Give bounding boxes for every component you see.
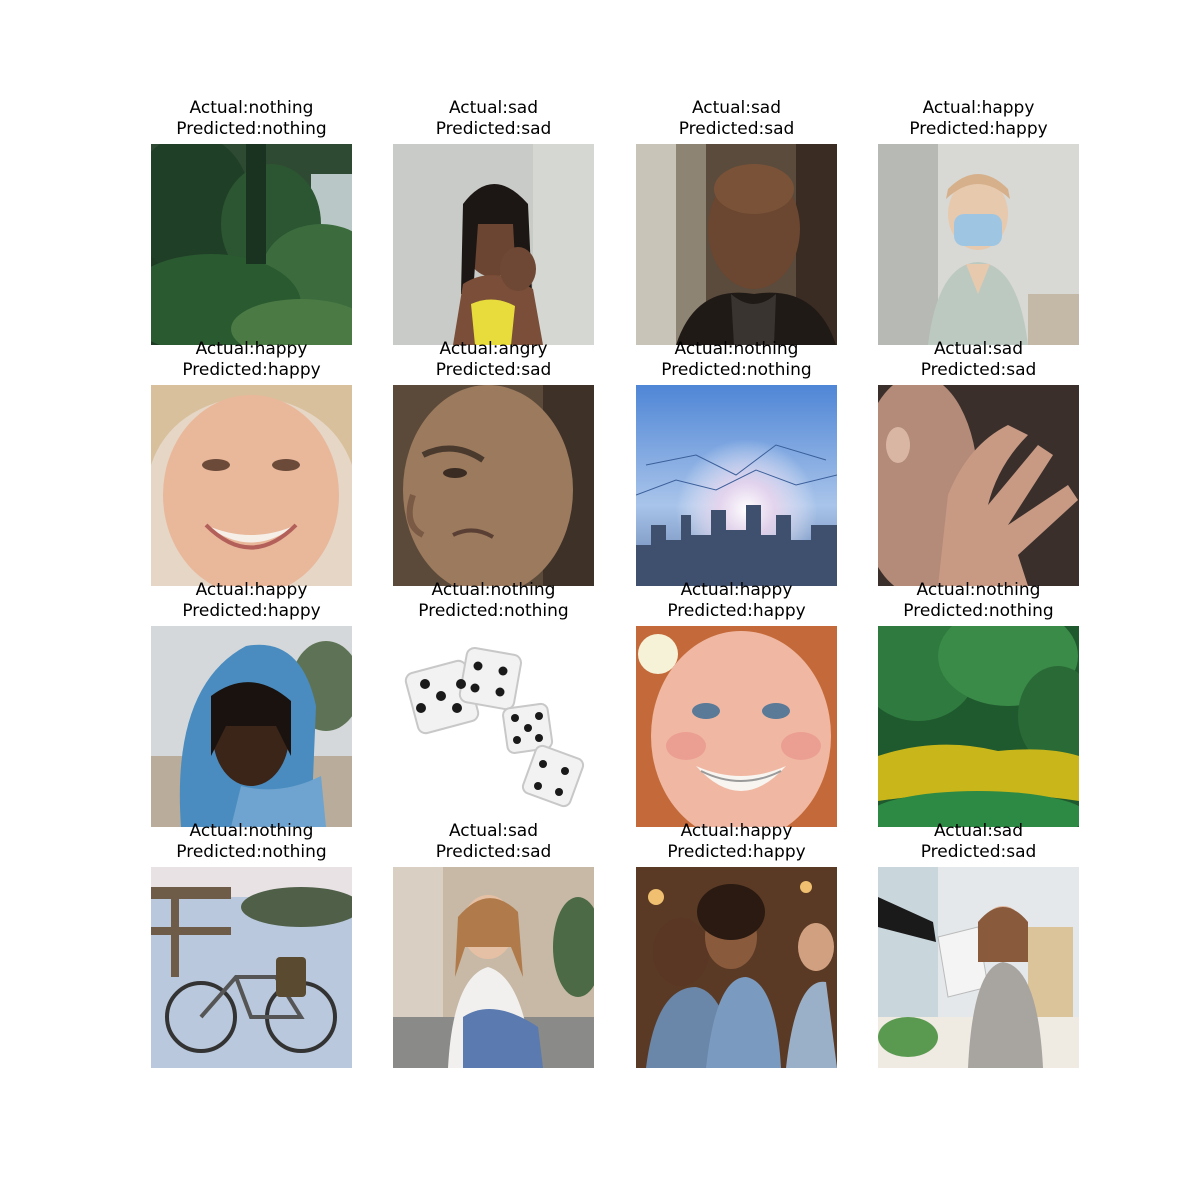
photo-bicycle-snow: [151, 867, 352, 1068]
photo-smiling-woman: [151, 385, 352, 586]
predicted-label: Predicted:sad: [678, 119, 795, 139]
cell-caption: Actual:happy Predicted:happy: [111, 339, 392, 381]
predicted-label: Predicted:sad: [435, 842, 552, 862]
cell-caption: Actual:sad Predicted:sad: [353, 98, 634, 140]
predicted-label: Predicted:happy: [182, 360, 321, 380]
predicted-label: Predicted:happy: [909, 119, 1048, 139]
actual-label: Actual:nothing: [189, 821, 314, 841]
actual-label: Actual:sad: [448, 821, 539, 841]
actual-label: Actual:sad: [933, 339, 1024, 359]
actual-label: Actual:angry: [439, 339, 548, 359]
cell-caption: Actual:nothing Predicted:nothing: [111, 98, 392, 140]
actual-label: Actual:nothing: [431, 580, 556, 600]
actual-label: Actual:nothing: [916, 580, 1041, 600]
photo-girl-braces: [636, 626, 837, 827]
photo-older-man: [636, 144, 837, 345]
actual-label: Actual:happy: [680, 580, 793, 600]
actual-label: Actual:happy: [195, 339, 308, 359]
photo-dice: [393, 626, 594, 827]
cell-caption: Actual:angry Predicted:sad: [353, 339, 634, 381]
cell-caption: Actual:sad Predicted:sad: [353, 821, 634, 863]
cell-caption: Actual:sad Predicted:sad: [596, 98, 877, 140]
photo-frowning-man: [393, 385, 594, 586]
photo-hand-on-neck: [878, 385, 1079, 586]
photo-friends-bar: [636, 867, 837, 1068]
photo-forest-cliff: [151, 144, 352, 345]
cell-caption: Actual:nothing Predicted:nothing: [353, 580, 634, 622]
cell-caption: Actual:nothing Predicted:nothing: [111, 821, 392, 863]
cell-caption: Actual:happy Predicted:happy: [596, 580, 877, 622]
actual-label: Actual:happy: [922, 98, 1035, 118]
cell-caption: Actual:nothing Predicted:nothing: [838, 580, 1119, 622]
cell-caption: Actual:sad Predicted:sad: [838, 339, 1119, 381]
cell-caption: Actual:sad Predicted:sad: [838, 821, 1119, 863]
predicted-label: Predicted:nothing: [176, 119, 327, 139]
predicted-label: Predicted:sad: [920, 360, 1037, 380]
predicted-label: Predicted:sad: [435, 360, 552, 380]
cell-caption: Actual:happy Predicted:happy: [111, 580, 392, 622]
photo-city-network: [636, 385, 837, 586]
photo-swamp-pond: [878, 626, 1079, 827]
predicted-label: Predicted:nothing: [903, 601, 1054, 621]
actual-label: Actual:sad: [933, 821, 1024, 841]
photo-braided-woman: [393, 144, 594, 345]
predicted-label: Predicted:happy: [667, 601, 806, 621]
actual-label: Actual:sad: [448, 98, 539, 118]
actual-label: Actual:nothing: [189, 98, 314, 118]
photo-woman-on-sofa: [393, 867, 594, 1068]
actual-label: Actual:happy: [680, 821, 793, 841]
actual-label: Actual:happy: [195, 580, 308, 600]
photo-office-woman: [878, 867, 1079, 1068]
predicted-label: Predicted:happy: [667, 842, 806, 862]
cell-caption: Actual:happy Predicted:happy: [596, 821, 877, 863]
predicted-label: Predicted:sad: [920, 842, 1037, 862]
actual-label: Actual:nothing: [674, 339, 799, 359]
predicted-label: Predicted:nothing: [661, 360, 812, 380]
actual-label: Actual:sad: [691, 98, 782, 118]
cell-caption: Actual:nothing Predicted:nothing: [596, 339, 877, 381]
predicted-label: Predicted:nothing: [176, 842, 327, 862]
predicted-label: Predicted:nothing: [418, 601, 569, 621]
predicted-label: Predicted:sad: [435, 119, 552, 139]
cell-caption: Actual:happy Predicted:happy: [838, 98, 1119, 140]
photo-woman-face-mask: [878, 144, 1079, 345]
predicted-label: Predicted:happy: [182, 601, 321, 621]
photo-woman-blue-scarf: [151, 626, 352, 827]
